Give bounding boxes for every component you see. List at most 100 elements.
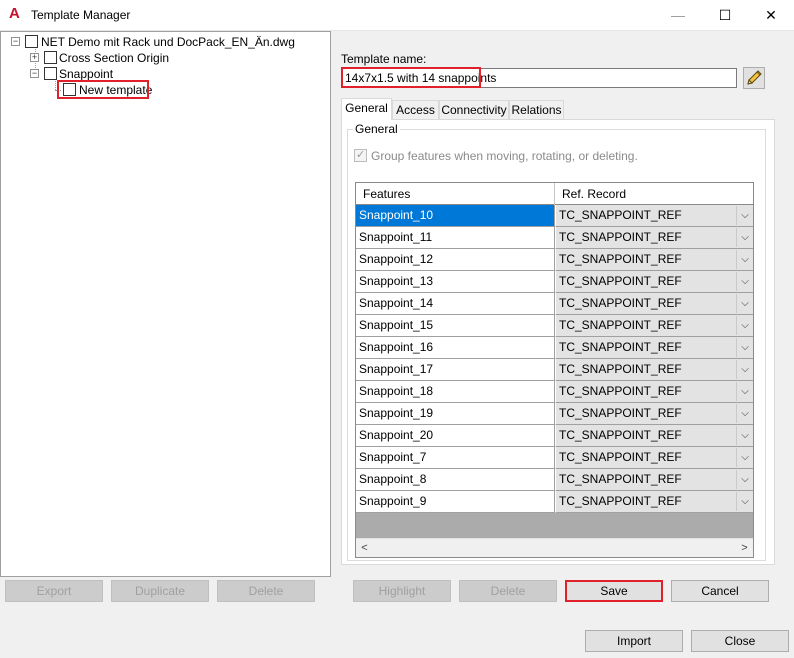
cancel-button[interactable]: Cancel	[671, 580, 769, 602]
ref-record-dropdown[interactable]: TC_SNAPPOINT_REF ⌵	[555, 359, 753, 381]
table-row[interactable]: Snappoint_14 TC_SNAPPOINT_REF ⌵	[356, 293, 753, 315]
feature-cell[interactable]: Snappoint_17	[356, 359, 555, 381]
delete-template-button[interactable]: Delete	[217, 580, 315, 602]
column-header-ref-record[interactable]: Ref. Record	[555, 183, 753, 205]
features-grid[interactable]: Features Ref. Record Snappoint_10 TC_SNAP…	[355, 182, 754, 558]
feature-cell[interactable]: Snappoint_8	[356, 469, 555, 491]
table-row[interactable]: Snappoint_18 TC_SNAPPOINT_REF ⌵	[356, 381, 753, 403]
ref-record-dropdown[interactable]: TC_SNAPPOINT_REF ⌵	[555, 337, 753, 359]
scroll-right-icon[interactable]: >	[736, 539, 753, 557]
highlight-button[interactable]: Highlight	[353, 580, 451, 602]
chevron-down-icon[interactable]: ⌵	[736, 250, 753, 269]
ref-record-value: TC_SNAPPOINT_REF	[559, 208, 682, 222]
chevron-down-icon[interactable]: ⌵	[736, 360, 753, 379]
table-row[interactable]: Snappoint_15 TC_SNAPPOINT_REF ⌵	[356, 315, 753, 337]
ref-record-value: TC_SNAPPOINT_REF	[559, 274, 682, 288]
tree-node-root[interactable]: − NET Demo mit Rack und DocPack_EN_Än.dw…	[11, 34, 311, 50]
maximize-button[interactable]: ☐	[702, 0, 748, 31]
tab-access[interactable]: Access	[392, 100, 439, 119]
feature-cell[interactable]: Snappoint_10	[356, 205, 555, 227]
feature-cell[interactable]: Snappoint_11	[356, 227, 555, 249]
tree-node-cross-section-origin[interactable]: + Cross Section Origin	[30, 50, 230, 66]
export-button[interactable]: Export	[5, 580, 103, 602]
chevron-down-icon[interactable]: ⌵	[736, 338, 753, 357]
tab-connectivity[interactable]: Connectivity	[439, 100, 509, 119]
template-tree[interactable]: − NET Demo mit Rack und DocPack_EN_Än.dw…	[0, 31, 331, 577]
tree-node-label: NET Demo mit Rack und DocPack_EN_Än.dwg	[41, 35, 295, 49]
feature-cell[interactable]: Snappoint_19	[356, 403, 555, 425]
expand-icon[interactable]: +	[30, 53, 39, 62]
minimize-button[interactable]: —	[655, 0, 701, 31]
window-title: Template Manager	[31, 8, 131, 22]
chevron-down-icon[interactable]: ⌵	[736, 470, 753, 489]
highlight-frame	[57, 80, 149, 99]
tree-checkbox[interactable]	[25, 35, 38, 48]
chevron-down-icon[interactable]: ⌵	[736, 382, 753, 401]
chevron-down-icon[interactable]: ⌵	[736, 426, 753, 445]
collapse-icon[interactable]: −	[30, 69, 39, 78]
chevron-down-icon[interactable]: ⌵	[736, 492, 753, 511]
table-row[interactable]: Snappoint_12 TC_SNAPPOINT_REF ⌵	[356, 249, 753, 271]
feature-cell[interactable]: Snappoint_9	[356, 491, 555, 513]
feature-cell[interactable]: Snappoint_12	[356, 249, 555, 271]
pencil-icon	[747, 70, 762, 85]
ref-record-dropdown[interactable]: TC_SNAPPOINT_REF ⌵	[555, 249, 753, 271]
tree-node-label: Cross Section Origin	[59, 51, 170, 65]
highlight-frame	[341, 67, 481, 88]
table-row[interactable]: Snappoint_13 TC_SNAPPOINT_REF ⌵	[356, 271, 753, 293]
import-button[interactable]: Import	[585, 630, 683, 652]
feature-cell[interactable]: Snappoint_15	[356, 315, 555, 337]
column-header-features[interactable]: Features	[356, 183, 555, 205]
chevron-down-icon[interactable]: ⌵	[736, 206, 753, 225]
table-row[interactable]: Snappoint_9 TC_SNAPPOINT_REF ⌵	[356, 491, 753, 513]
chevron-down-icon[interactable]: ⌵	[736, 404, 753, 423]
group-features-label: Group features when moving, rotating, or…	[371, 149, 638, 163]
close-button[interactable]: Close	[691, 630, 789, 652]
ref-record-dropdown[interactable]: TC_SNAPPOINT_REF ⌵	[555, 447, 753, 469]
feature-cell[interactable]: Snappoint_7	[356, 447, 555, 469]
ref-record-dropdown[interactable]: TC_SNAPPOINT_REF ⌵	[555, 205, 753, 227]
chevron-down-icon[interactable]: ⌵	[736, 316, 753, 335]
group-features-checkbox[interactable]: Group features when moving, rotating, or…	[354, 148, 638, 163]
duplicate-button[interactable]: Duplicate	[111, 580, 209, 602]
tab-general[interactable]: General	[341, 98, 392, 120]
horizontal-scrollbar[interactable]: < >	[356, 538, 753, 557]
ref-record-dropdown[interactable]: TC_SNAPPOINT_REF ⌵	[555, 425, 753, 447]
ref-record-dropdown[interactable]: TC_SNAPPOINT_REF ⌵	[555, 469, 753, 491]
collapse-icon[interactable]: −	[11, 37, 20, 46]
table-row[interactable]: Snappoint_16 TC_SNAPPOINT_REF ⌵	[356, 337, 753, 359]
feature-cell[interactable]: Snappoint_13	[356, 271, 555, 293]
ref-record-dropdown[interactable]: TC_SNAPPOINT_REF ⌵	[555, 403, 753, 425]
ref-record-dropdown[interactable]: TC_SNAPPOINT_REF ⌵	[555, 315, 753, 337]
table-row[interactable]: Snappoint_17 TC_SNAPPOINT_REF ⌵	[356, 359, 753, 381]
feature-cell[interactable]: Snappoint_18	[356, 381, 555, 403]
tree-checkbox[interactable]	[44, 51, 57, 64]
chevron-down-icon[interactable]: ⌵	[736, 228, 753, 247]
scroll-thumb[interactable]	[374, 541, 734, 555]
table-row[interactable]: Snappoint_20 TC_SNAPPOINT_REF ⌵	[356, 425, 753, 447]
scroll-left-icon[interactable]: <	[356, 539, 373, 557]
ref-record-dropdown[interactable]: TC_SNAPPOINT_REF ⌵	[555, 491, 753, 513]
ref-record-dropdown[interactable]: TC_SNAPPOINT_REF ⌵	[555, 293, 753, 315]
ref-record-dropdown[interactable]: TC_SNAPPOINT_REF ⌵	[555, 381, 753, 403]
edit-name-button[interactable]	[743, 67, 765, 89]
tree-checkbox[interactable]	[44, 67, 57, 80]
delete-feature-button[interactable]: Delete	[459, 580, 557, 602]
table-row[interactable]: Snappoint_19 TC_SNAPPOINT_REF ⌵	[356, 403, 753, 425]
ref-record-dropdown[interactable]: TC_SNAPPOINT_REF ⌵	[555, 227, 753, 249]
feature-cell[interactable]: Snappoint_16	[356, 337, 555, 359]
table-row[interactable]: Snappoint_8 TC_SNAPPOINT_REF ⌵	[356, 469, 753, 491]
feature-cell[interactable]: Snappoint_14	[356, 293, 555, 315]
table-row[interactable]: Snappoint_10 TC_SNAPPOINT_REF ⌵	[356, 205, 753, 227]
feature-cell[interactable]: Snappoint_20	[356, 425, 555, 447]
ref-record-value: TC_SNAPPOINT_REF	[559, 472, 682, 486]
close-window-button[interactable]: ✕	[748, 0, 794, 31]
ref-record-value: TC_SNAPPOINT_REF	[559, 340, 682, 354]
tab-relations[interactable]: Relations	[509, 100, 564, 119]
chevron-down-icon[interactable]: ⌵	[736, 448, 753, 467]
ref-record-dropdown[interactable]: TC_SNAPPOINT_REF ⌵	[555, 271, 753, 293]
chevron-down-icon[interactable]: ⌵	[736, 272, 753, 291]
table-row[interactable]: Snappoint_11 TC_SNAPPOINT_REF ⌵	[356, 227, 753, 249]
table-row[interactable]: Snappoint_7 TC_SNAPPOINT_REF ⌵	[356, 447, 753, 469]
chevron-down-icon[interactable]: ⌵	[736, 294, 753, 313]
